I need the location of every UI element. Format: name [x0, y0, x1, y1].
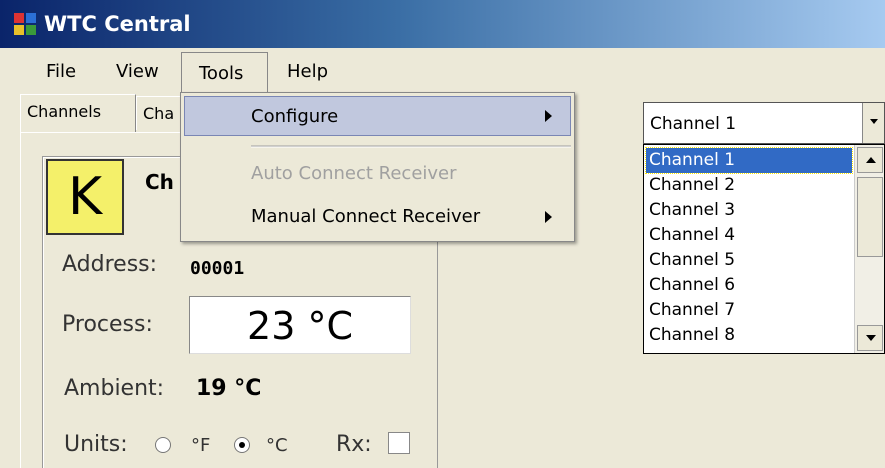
list-item-channel-8[interactable]: Channel 8 [649, 323, 735, 348]
list-item-channel-2[interactable]: Channel 2 [649, 173, 735, 198]
scroll-up-button[interactable] [857, 147, 883, 173]
app-icon [14, 13, 36, 35]
submenu-arrow-icon [545, 110, 552, 122]
menu-separator [251, 145, 571, 148]
menu-tools[interactable]: Tools [181, 52, 268, 94]
rx-checkbox[interactable] [388, 432, 410, 454]
channel-label: Ch [145, 170, 174, 194]
list-item-channel-1[interactable]: Channel 1 [645, 147, 853, 174]
scroll-thumb[interactable] [857, 177, 883, 257]
list-item-channel-5[interactable]: Channel 5 [649, 248, 735, 273]
address-value: 00001 [190, 258, 245, 279]
menu-item-configure[interactable]: Configure [184, 96, 571, 136]
tab-channels-label: Channels [27, 102, 102, 121]
tools-dropdown-menu: Configure Auto Connect Receiver Manual C… [180, 92, 575, 242]
combobox-value: Channel 1 [650, 114, 737, 134]
process-value: 23 °C [189, 296, 411, 354]
list-item-channel-3[interactable]: Channel 3 [649, 198, 735, 223]
process-label: Process: [62, 312, 153, 337]
celsius-label: °C [266, 435, 288, 456]
list-scrollbar[interactable] [854, 145, 884, 353]
list-item-channel-7[interactable]: Channel 7 [649, 298, 735, 323]
menu-help[interactable]: Help [287, 61, 328, 82]
submenu-arrow-icon [545, 211, 552, 223]
menu-item-auto-connect[interactable]: Auto Connect Receiver [251, 163, 457, 184]
tab-channels[interactable]: Channels [20, 94, 136, 132]
radio-celsius[interactable] [234, 437, 250, 453]
fahrenheit-label: °F [191, 435, 211, 456]
window-title: WTC Central [44, 12, 191, 36]
radio-fahrenheit[interactable] [155, 437, 171, 453]
channel-combobox[interactable]: Channel 1 [643, 102, 885, 144]
channel-list: Channel 1 Channel 2 Channel 3 Channel 4 … [643, 144, 885, 354]
units-label: Units: [64, 432, 128, 457]
menu-view[interactable]: View [116, 61, 159, 82]
scroll-up-icon [866, 157, 876, 163]
chevron-down-icon [870, 119, 878, 124]
scroll-down-button[interactable] [857, 325, 883, 351]
title-bar: WTC Central [0, 0, 885, 48]
configure-label: Configure [251, 106, 339, 127]
menu-file[interactable]: File [46, 61, 76, 82]
rx-label: Rx: [336, 432, 372, 457]
ambient-value: 19 °C [196, 376, 262, 401]
menu-item-manual-connect[interactable]: Manual Connect Receiver [251, 206, 480, 227]
menu-tools-label: Tools [199, 63, 244, 84]
ambient-label: Ambient: [64, 376, 165, 401]
list-item-channel-4[interactable]: Channel 4 [649, 223, 735, 248]
address-label: Address: [62, 252, 158, 277]
combobox-dropdown-button[interactable] [862, 103, 884, 143]
scroll-down-icon [866, 335, 876, 341]
menu-bar: File View Help [0, 48, 885, 92]
tab-cha-label: Cha [143, 104, 175, 123]
list-item-channel-6[interactable]: Channel 6 [649, 273, 735, 298]
radio-selected-dot [239, 442, 245, 448]
thermocouple-type-badge: K [46, 159, 124, 235]
